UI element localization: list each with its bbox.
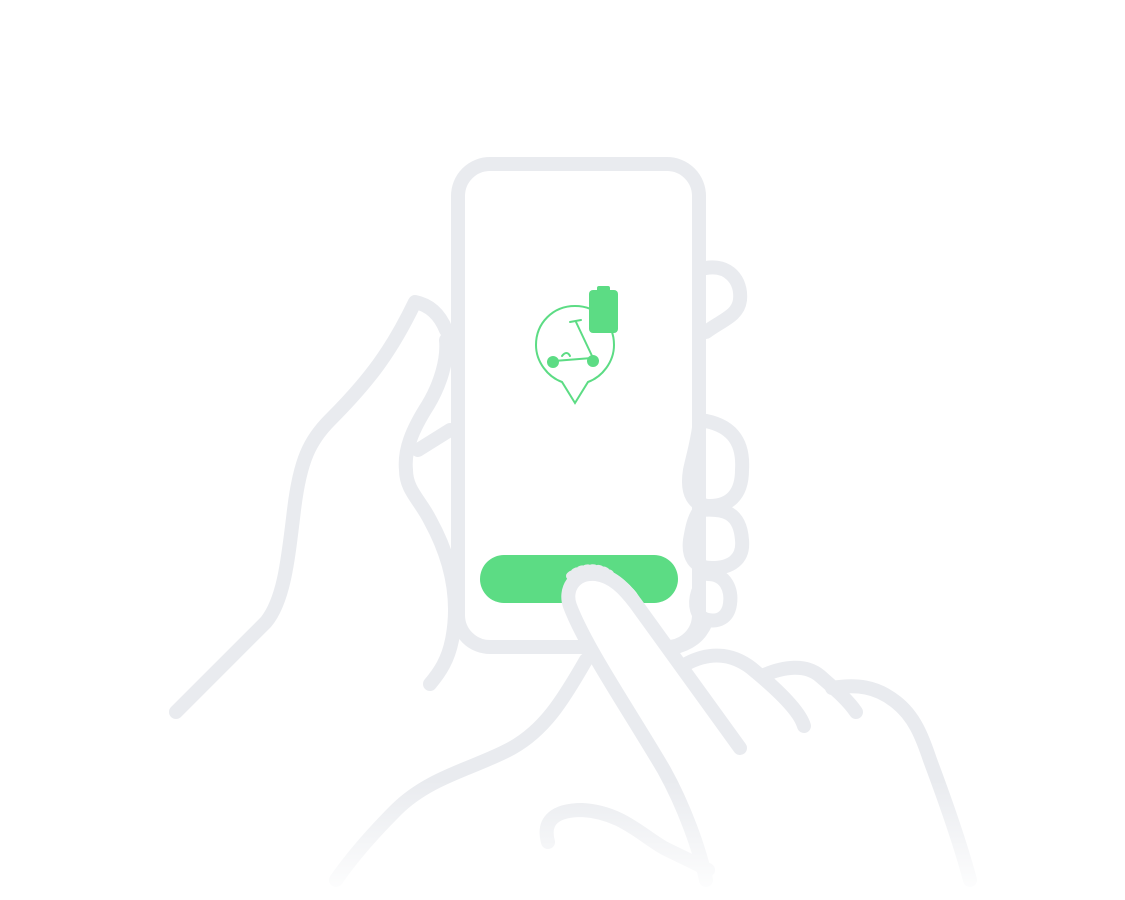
hands-phone-illustration xyxy=(0,157,1125,900)
left-hand xyxy=(169,295,463,719)
bottom-fade-overlay xyxy=(0,780,1125,900)
illustration-stage xyxy=(0,0,1125,900)
battery-full-icon xyxy=(589,286,618,333)
